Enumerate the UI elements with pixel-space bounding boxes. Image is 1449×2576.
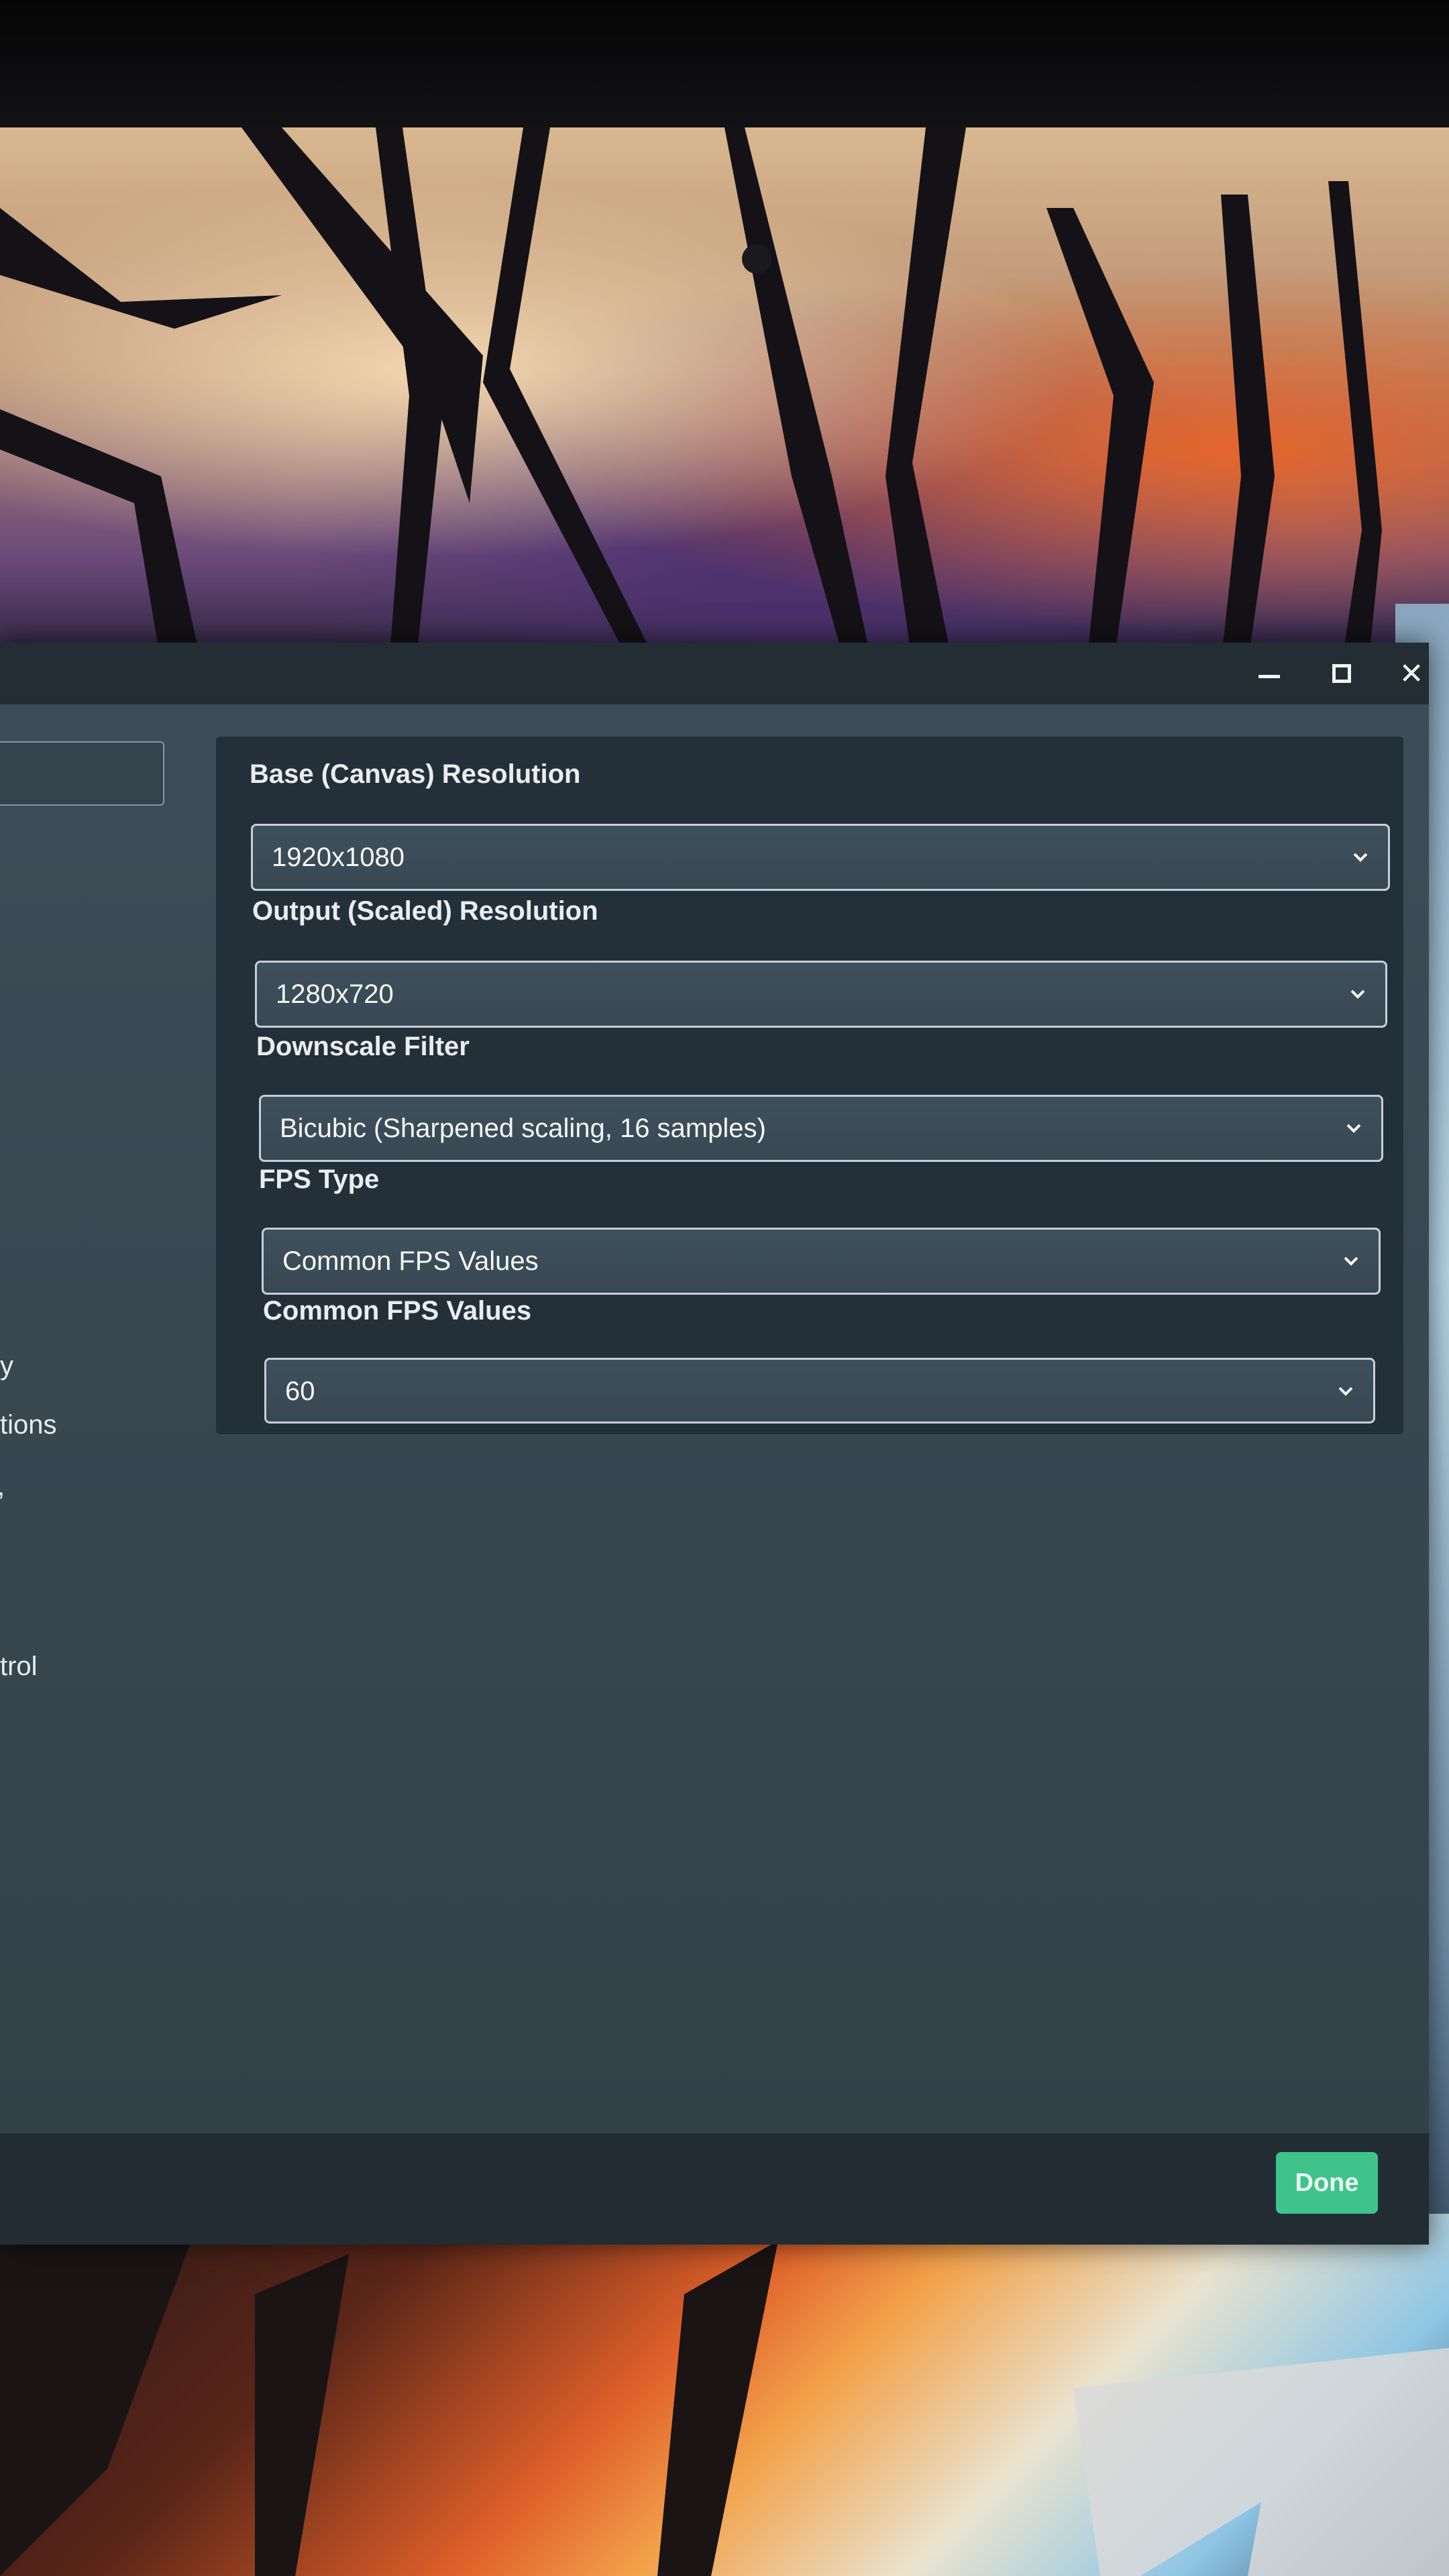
chevron-down-icon xyxy=(1350,989,1365,999)
maximize-button[interactable] xyxy=(1322,653,1362,694)
common-fps-select[interactable]: 60 xyxy=(264,1358,1375,1424)
chevron-down-icon xyxy=(1346,1124,1361,1133)
sidebar-item[interactable]: , xyxy=(0,1469,5,1504)
downscale-filter-select[interactable]: Bicubic (Sharpened scaling, 16 samples) xyxy=(259,1095,1383,1162)
fps-type-select[interactable]: Common FPS Values xyxy=(262,1228,1381,1295)
sidebar-search-input[interactable] xyxy=(0,741,164,806)
common-fps-label: Common FPS Values xyxy=(263,1296,532,1326)
screen-photo: ✕ y tions , trol Base (Canvas) Resolutio… xyxy=(0,0,1449,2576)
fps-type-label: FPS Type xyxy=(259,1165,380,1194)
sidebar-item[interactable]: trol xyxy=(0,1649,38,1684)
minimize-button[interactable] xyxy=(1249,653,1289,694)
window-titlebar: ✕ xyxy=(0,643,1429,704)
output-resolution-value: 1280x720 xyxy=(276,979,394,1009)
output-resolution-select[interactable]: 1280x720 xyxy=(255,961,1387,1028)
desktop-wallpaper-bottom xyxy=(0,2214,1449,2576)
settings-footer: Done xyxy=(0,2133,1429,2245)
desktop-wallpaper xyxy=(0,127,1449,664)
wallpaper-art-bottom xyxy=(0,2214,1449,2576)
chevron-down-icon xyxy=(1344,1256,1358,1266)
chevron-down-icon xyxy=(1338,1387,1353,1396)
close-button[interactable]: ✕ xyxy=(1391,653,1432,694)
settings-window: ✕ y tions , trol Base (Canvas) Resolutio… xyxy=(0,643,1429,2245)
settings-content: y tions , trol Base (Canvas) Resolution … xyxy=(0,704,1429,2133)
base-resolution-select[interactable]: 1920x1080 xyxy=(251,824,1390,891)
common-fps-value: 60 xyxy=(285,1377,315,1406)
sidebar-item[interactable]: y xyxy=(0,1348,13,1383)
video-settings-panel: Base (Canvas) Resolution 1920x1080 Outpu… xyxy=(216,737,1403,1434)
done-button[interactable]: Done xyxy=(1276,2152,1378,2214)
monitor-bezel xyxy=(0,0,1449,127)
close-icon: ✕ xyxy=(1399,657,1424,690)
base-resolution-label: Base (Canvas) Resolution xyxy=(250,759,581,789)
fps-type-value: Common FPS Values xyxy=(282,1246,539,1276)
base-resolution-value: 1920x1080 xyxy=(272,843,405,872)
downscale-filter-label: Downscale Filter xyxy=(256,1032,470,1061)
downscale-filter-value: Bicubic (Sharpened scaling, 16 samples) xyxy=(280,1114,766,1143)
chevron-down-icon xyxy=(1353,853,1368,862)
minimize-icon xyxy=(1258,674,1280,678)
wallpaper-art xyxy=(0,127,1382,664)
settings-sidebar: y tions , trol xyxy=(0,704,195,2133)
sidebar-item[interactable]: tions xyxy=(0,1407,57,1442)
output-resolution-label: Output (Scaled) Resolution xyxy=(252,896,598,926)
maximize-icon xyxy=(1332,664,1351,683)
